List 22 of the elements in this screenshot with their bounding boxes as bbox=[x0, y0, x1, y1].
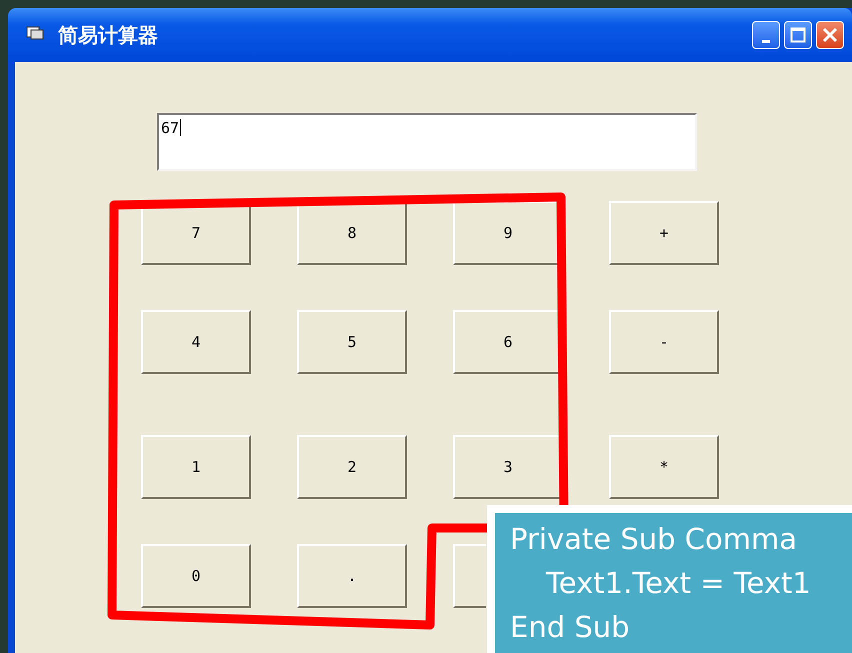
maximize-icon bbox=[790, 27, 806, 43]
minimize-icon bbox=[762, 40, 770, 42]
text-field[interactable]: 67 bbox=[157, 113, 697, 171]
key-button[interactable]: + bbox=[609, 201, 719, 265]
key-button[interactable]: 1 bbox=[141, 435, 251, 499]
close-icon bbox=[822, 27, 838, 43]
key-button[interactable]: * bbox=[609, 435, 719, 499]
key-button[interactable] bbox=[453, 544, 486, 608]
app-icon bbox=[26, 26, 44, 40]
code-line: Private Sub Comma bbox=[510, 521, 798, 558]
window-title: 简易计算器 bbox=[58, 22, 159, 48]
key-button[interactable]: - bbox=[609, 310, 719, 374]
code-line: End Sub bbox=[510, 609, 631, 646]
key-button[interactable]: 2 bbox=[297, 435, 407, 499]
minimize-button[interactable] bbox=[752, 21, 780, 49]
maximize-button[interactable] bbox=[784, 21, 812, 49]
key-button[interactable]: . bbox=[297, 544, 407, 608]
key-button[interactable]: 4 bbox=[141, 310, 251, 374]
code-line: Text1.Text = Text1 bbox=[544, 565, 812, 602]
key-button[interactable]: 0 bbox=[141, 544, 251, 608]
key-button[interactable]: 5 bbox=[297, 310, 407, 374]
close-button[interactable] bbox=[816, 21, 844, 49]
